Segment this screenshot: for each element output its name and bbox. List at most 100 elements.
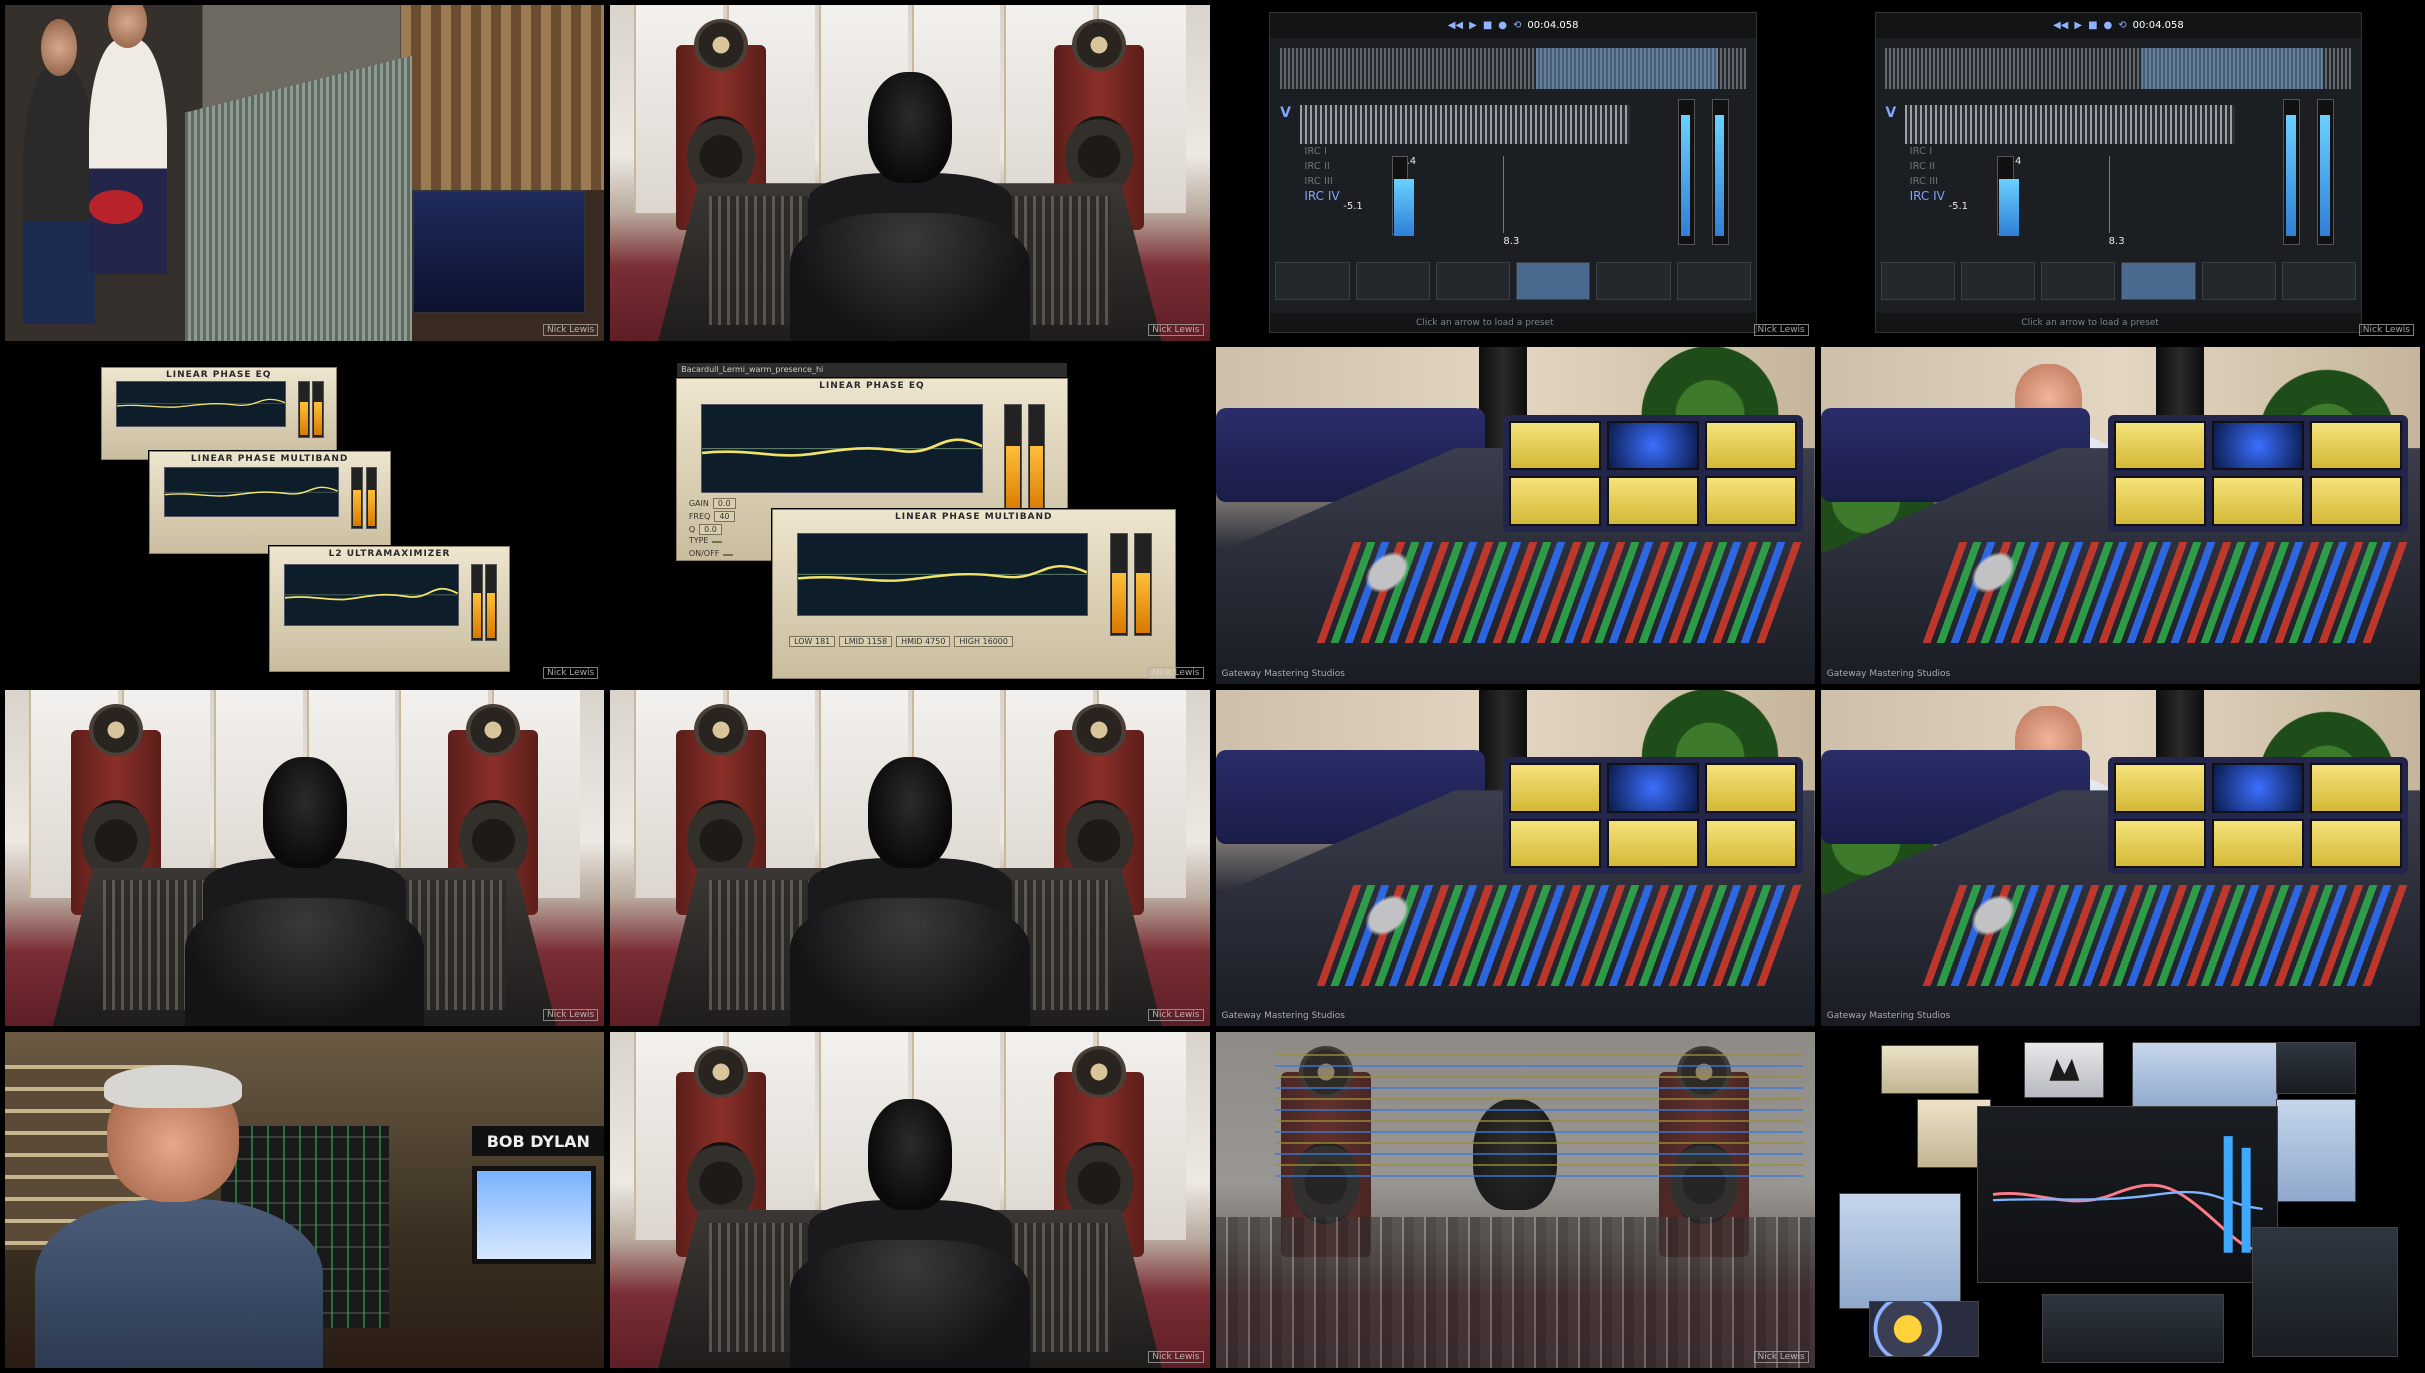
- transport-button[interactable]: ●: [2104, 20, 2113, 31]
- module-slot[interactable]: [1596, 261, 1671, 301]
- crossover-value[interactable]: LOW 181: [789, 635, 836, 647]
- output-fader[interactable]: [312, 381, 324, 438]
- output-fader[interactable]: [485, 564, 497, 641]
- output-fader[interactable]: [351, 466, 363, 530]
- plugin-thumbnail[interactable]: [2276, 1099, 2357, 1202]
- overview-waveform[interactable]: [1885, 47, 2352, 90]
- tile-waves-plugins-small[interactable]: LINEAR PHASE EQ LINEAR PHASE MULTIBAND L2 …: [5, 347, 605, 684]
- vu-meter: [1509, 420, 1601, 471]
- threshold-slider[interactable]: [2108, 156, 2110, 234]
- output-fader[interactable]: [1027, 403, 1046, 515]
- plugin-thumbnail[interactable]: [2024, 1041, 2105, 1098]
- plugin-thumbnail[interactable]: [2276, 1041, 2357, 1095]
- tile-recording-studio[interactable]: Nick Lewis: [5, 5, 605, 342]
- transport-button[interactable]: ▶: [2074, 20, 2082, 31]
- module-slot[interactable]: [2201, 261, 2276, 301]
- plugin-thumbnail[interactable]: [1838, 1193, 1961, 1310]
- plugin-thumbnail[interactable]: [2252, 1226, 2399, 1357]
- irc-option[interactable]: IRC IV: [1304, 189, 1339, 204]
- param-value[interactable]: 40: [714, 511, 735, 523]
- param-row: TYPE: [689, 536, 723, 545]
- tile-plugin-collage[interactable]: [1820, 1031, 2420, 1368]
- module-slot[interactable]: [1880, 261, 1955, 301]
- output-fader[interactable]: [470, 564, 483, 641]
- output-fader[interactable]: [1110, 533, 1129, 637]
- transport-button[interactable]: ⟲: [1513, 20, 1521, 31]
- transport-button[interactable]: ■: [1483, 20, 1492, 31]
- transport-button[interactable]: ⟲: [2118, 20, 2126, 31]
- vu-meter: [1704, 818, 1797, 869]
- eq-graph[interactable]: [797, 533, 1089, 616]
- tile-waves-plugins-large[interactable]: LINEAR PHASE EQ GAIN 0.0 FREQ 40 Q 0.0 TYPE ON/O…: [610, 347, 1210, 684]
- module-slot[interactable]: [1516, 261, 1591, 301]
- output-fader[interactable]: [365, 466, 378, 530]
- module-slot[interactable]: [2121, 261, 2196, 301]
- plugin-thumbnail[interactable]: [1976, 1105, 2279, 1283]
- crossover-value[interactable]: LMID 1158: [839, 635, 893, 647]
- daw-track-lanes[interactable]: [1275, 1045, 1803, 1180]
- console-controls[interactable]: [1316, 884, 1804, 986]
- transport-button[interactable]: ●: [1498, 20, 1507, 31]
- tile-engineer-smiling[interactable]: BOB DYLAN: [5, 1031, 605, 1368]
- irc-option[interactable]: IRC I: [1910, 144, 1945, 159]
- console-controls[interactable]: [1316, 542, 1804, 644]
- crossover-value[interactable]: HIGH 16000: [954, 635, 1013, 647]
- overview-waveform[interactable]: [1280, 47, 1747, 90]
- irc-option[interactable]: IRC IV: [1910, 189, 1945, 204]
- tile-daw-overlay[interactable]: Nick Lewis: [1215, 1031, 1815, 1368]
- engineer-body: [34, 1198, 323, 1368]
- tile-presenter-office[interactable]: Gateway Mastering Studios: [1820, 347, 2420, 684]
- irc-option[interactable]: IRC III: [1304, 174, 1339, 189]
- console-controls[interactable]: [1922, 884, 2409, 986]
- output-fader[interactable]: [298, 381, 310, 438]
- eq-graph[interactable]: [164, 466, 339, 517]
- tile-mastering-console[interactable]: Gateway Mastering Studios: [1215, 347, 1815, 684]
- tile-mastering-console[interactable]: Gateway Mastering Studios: [1215, 689, 1815, 1026]
- threshold-slider[interactable]: [1503, 156, 1505, 234]
- param-value[interactable]: [712, 541, 723, 544]
- param-value[interactable]: 0.0: [712, 498, 736, 510]
- irc-option[interactable]: IRC I: [1304, 144, 1339, 159]
- output-fader[interactable]: [1004, 403, 1022, 515]
- eq-graph[interactable]: [115, 381, 287, 427]
- console-controls[interactable]: [1922, 542, 2409, 644]
- module-slot[interactable]: [1275, 261, 1350, 301]
- module-slot[interactable]: [2041, 261, 2116, 301]
- eq-graph[interactable]: [700, 403, 983, 494]
- plugin-thumbnail[interactable]: [1868, 1300, 1979, 1357]
- plugin-thumbnail[interactable]: [2132, 1041, 2279, 1112]
- transport-button[interactable]: ■: [2088, 20, 2097, 31]
- preset-name[interactable]: Bacardull_Lermi_warm_presence_hi: [681, 365, 823, 374]
- tile-engineer-back-view[interactable]: Nick Lewis: [5, 689, 605, 1026]
- tile-engineer-back-view[interactable]: Nick Lewis: [610, 1031, 1210, 1368]
- output-fader[interactable]: [1134, 533, 1153, 637]
- plugin-thumbnail[interactable]: [1880, 1045, 1979, 1095]
- tile-presenter-office[interactable]: Gateway Mastering Studios: [1820, 689, 2420, 1026]
- transport-button[interactable]: ▶: [1469, 20, 1477, 31]
- eq-graph[interactable]: [284, 564, 459, 626]
- module-slot[interactable]: [1355, 261, 1430, 301]
- module-slot[interactable]: [2281, 261, 2357, 301]
- plugin-thumbnail[interactable]: [2042, 1294, 2225, 1364]
- transport-button[interactable]: ◀◀: [2053, 20, 2068, 31]
- module-slot[interactable]: [1435, 261, 1511, 301]
- module-slot[interactable]: [1960, 261, 2036, 301]
- module-slot[interactable]: [1676, 261, 1751, 301]
- transport-button[interactable]: ◀◀: [1448, 20, 1463, 31]
- irc-option[interactable]: IRC III: [1910, 174, 1945, 189]
- preset-status[interactable]: Click an arrow to load a preset: [1875, 313, 2362, 333]
- preset-status[interactable]: Click an arrow to load a preset: [1270, 313, 1756, 333]
- tile-engineer-back-view[interactable]: Nick Lewis: [610, 689, 1210, 1026]
- param-value[interactable]: [723, 554, 734, 557]
- tile-ozone-ui[interactable]: ◀◀ ▶ ■ ● ⟲ 00:04.058 V IRC I IRC II IRC III IRC IV…: [1820, 5, 2420, 342]
- tile-engineer-back-view[interactable]: Nick Lewis: [610, 5, 1210, 342]
- vu-meter: [1607, 476, 1699, 527]
- daw-mixer[interactable]: [1215, 1216, 1815, 1368]
- irc-option[interactable]: IRC II: [1910, 159, 1945, 174]
- crossover-value[interactable]: HMID 4750: [896, 635, 951, 647]
- param-value[interactable]: 0.0: [699, 523, 722, 535]
- watermark: Nick Lewis: [543, 1008, 599, 1021]
- irc-option[interactable]: IRC II: [1304, 159, 1339, 174]
- tile-ozone-ui[interactable]: ◀◀ ▶ ■ ● ⟲ 00:04.058 V IRC I IRC II IRC III IRC IV…: [1215, 5, 1815, 342]
- output-meter: [2319, 114, 2330, 237]
